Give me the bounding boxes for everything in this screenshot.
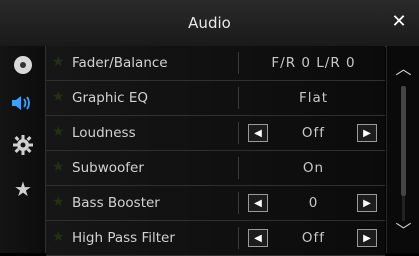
row-label: Graphic EQ xyxy=(72,90,149,106)
star-icon[interactable]: ★ xyxy=(52,159,68,175)
row-label: Fader/Balance xyxy=(72,55,168,71)
list-item-fader-balance[interactable]: ★ Fader/Balance F/R 0 L/R 0 xyxy=(46,46,385,81)
settings-gear-icon[interactable] xyxy=(10,132,36,158)
settings-list: ★ Fader/Balance F/R 0 L/R 0 ★ Graphic EQ… xyxy=(46,46,385,256)
speaker-icon[interactable] xyxy=(10,90,36,116)
divider xyxy=(238,122,239,144)
divider xyxy=(238,192,239,214)
list-item-graphic-eq[interactable]: ★ Graphic EQ Flat xyxy=(46,81,385,116)
list-item-loudness[interactable]: ★ Loudness ◀ Off ▶ xyxy=(46,116,385,151)
page-title: Audio xyxy=(188,14,231,32)
favorite-star-icon[interactable]: ★ xyxy=(10,176,36,202)
divider xyxy=(238,227,239,249)
row-label: Subwoofer xyxy=(72,160,144,176)
row-value: Flat xyxy=(298,90,329,106)
divider xyxy=(238,157,239,179)
star-icon[interactable]: ★ xyxy=(52,194,68,210)
row-value: On xyxy=(302,160,325,176)
row-label: Bass Booster xyxy=(72,195,160,211)
scrollbar[interactable]: ︿ ﹀ xyxy=(386,46,419,253)
list-item-high-pass-filter[interactable]: ★ High Pass Filter ◀ Off ▶ xyxy=(46,221,385,256)
star-icon[interactable]: ★ xyxy=(52,124,68,140)
increase-arrow-button[interactable]: ▶ xyxy=(357,194,377,212)
star-icon[interactable]: ★ xyxy=(52,54,68,70)
scroll-thumb[interactable] xyxy=(401,86,406,196)
list-item-subwoofer[interactable]: ★ Subwoofer On xyxy=(46,151,385,186)
star-icon[interactable]: ★ xyxy=(52,89,68,105)
list-item-bass-booster[interactable]: ★ Bass Booster ◀ 0 ▶ xyxy=(46,186,385,221)
close-icon[interactable]: ✕ xyxy=(387,10,411,34)
sidebar: ★ xyxy=(0,46,46,253)
chevron-up-icon[interactable]: ︿ xyxy=(387,54,419,84)
source-icon[interactable] xyxy=(10,52,36,78)
divider xyxy=(238,52,239,74)
star-icon[interactable]: ★ xyxy=(52,229,68,245)
row-label: High Pass Filter xyxy=(72,230,175,246)
row-value: F/R 0 L/R 0 xyxy=(271,55,356,71)
row-label: Loudness xyxy=(72,125,136,141)
divider xyxy=(238,87,239,109)
header: Audio ✕ xyxy=(0,0,419,47)
increase-arrow-button[interactable]: ▶ xyxy=(357,229,377,247)
chevron-down-icon[interactable]: ﹀ xyxy=(387,216,419,246)
increase-arrow-button[interactable]: ▶ xyxy=(357,124,377,142)
